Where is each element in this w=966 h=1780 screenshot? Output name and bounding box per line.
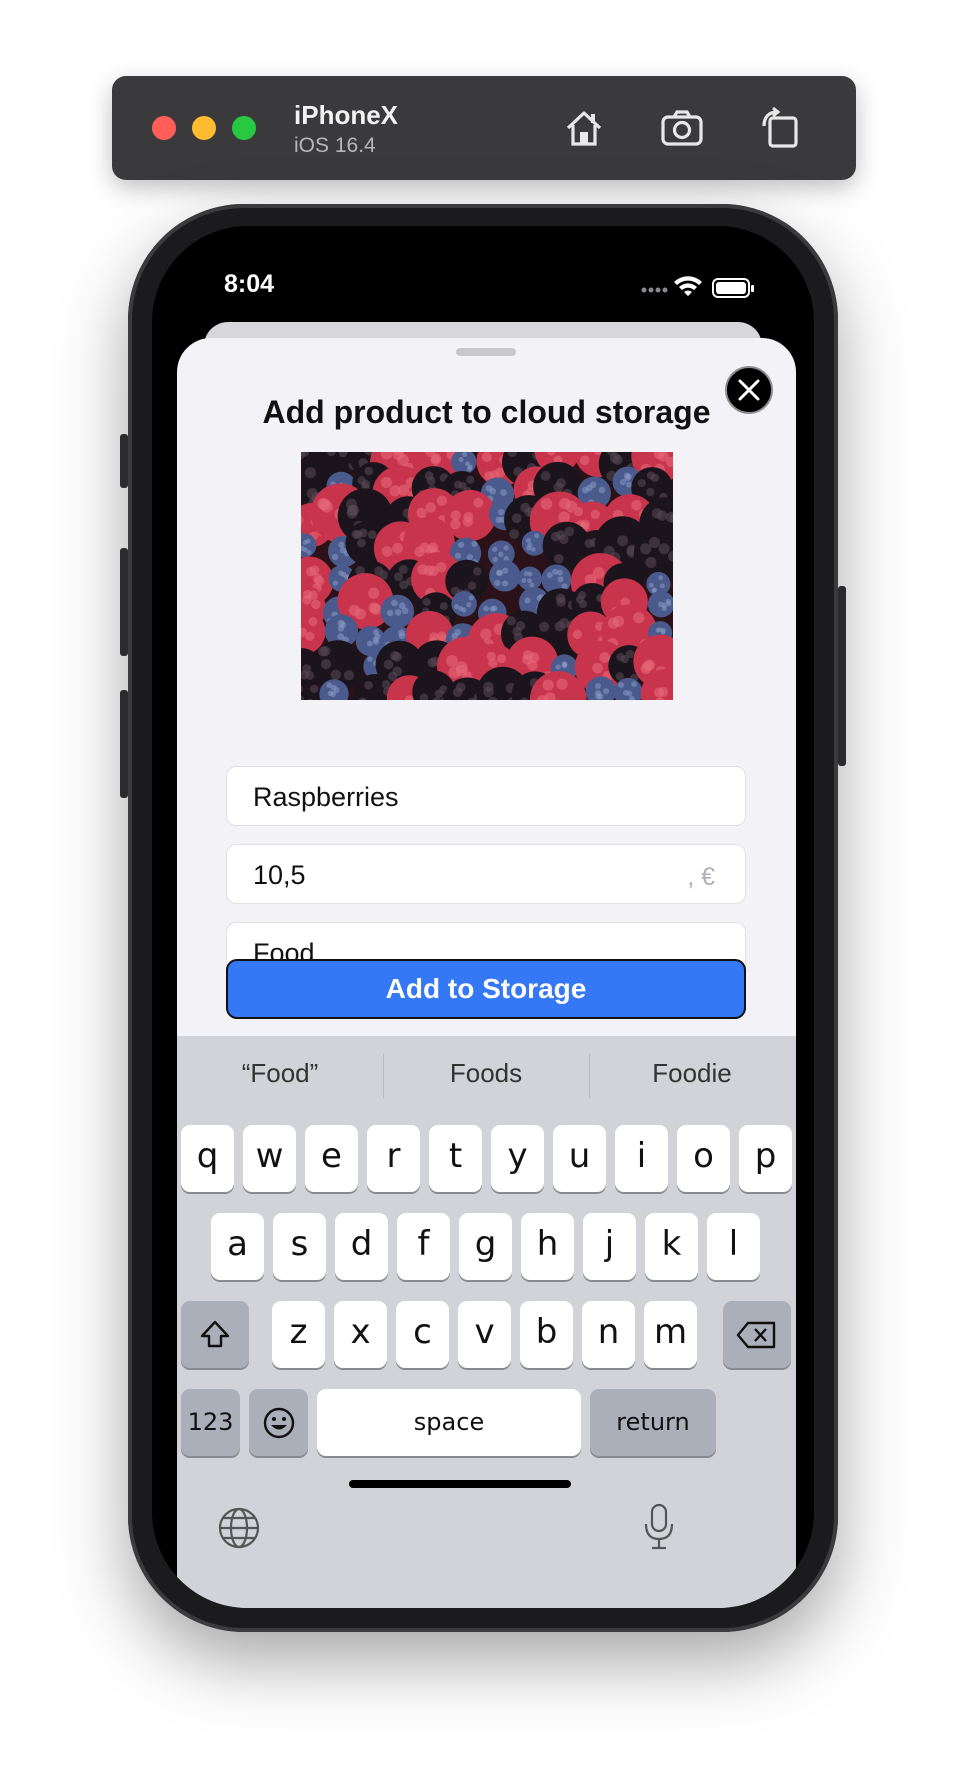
screenshot-icon[interactable] <box>658 104 706 152</box>
phone-screen: 8:04 Add product to cloud storage Raspbe… <box>152 226 814 1608</box>
backspace-icon <box>736 1321 776 1349</box>
rotate-icon[interactable] <box>756 104 804 152</box>
key-m[interactable]: m <box>644 1301 697 1368</box>
key-f[interactable]: f <box>397 1213 450 1280</box>
key-x[interactable]: x <box>334 1301 387 1368</box>
delete-key[interactable] <box>723 1301 791 1368</box>
key-v[interactable]: v <box>458 1301 511 1368</box>
key-o[interactable]: o <box>677 1125 730 1192</box>
key-z[interactable]: z <box>272 1301 325 1368</box>
suggestion-3[interactable]: Foodie <box>589 1058 795 1089</box>
home-icon[interactable] <box>560 104 608 152</box>
key-k[interactable]: k <box>645 1213 698 1280</box>
key-t[interactable]: t <box>429 1125 482 1192</box>
microphone-icon[interactable] <box>641 1502 677 1555</box>
os-version: iOS 16.4 <box>294 134 376 157</box>
wifi-icon <box>674 276 702 296</box>
side-button-mute <box>120 434 128 488</box>
product-image <box>301 452 673 700</box>
sheet-title: Add product to cloud storage <box>262 394 711 430</box>
device-name: iPhoneX <box>294 100 399 130</box>
key-d[interactable]: d <box>335 1213 388 1280</box>
product-name-value: Raspberries <box>253 782 399 812</box>
simulator-toolbar: iPhoneX iOS 16.4 <box>112 76 856 180</box>
signal-icon <box>641 287 668 293</box>
side-button-volume-down <box>120 690 128 798</box>
key-g[interactable]: g <box>459 1213 512 1280</box>
battery-icon <box>712 278 754 298</box>
close-window-button[interactable] <box>152 116 176 140</box>
globe-icon[interactable] <box>217 1506 261 1555</box>
key-b[interactable]: b <box>520 1301 573 1368</box>
emoji-key[interactable] <box>249 1389 308 1456</box>
key-l[interactable]: l <box>707 1213 760 1280</box>
price-value: 10,5 <box>253 860 306 890</box>
key-i[interactable]: i <box>615 1125 668 1192</box>
price-currency-suffix: , € <box>687 863 715 891</box>
shift-icon <box>200 1320 230 1348</box>
space-key[interactable]: space <box>317 1389 581 1456</box>
key-j[interactable]: j <box>583 1213 636 1280</box>
return-key[interactable]: return <box>590 1389 716 1456</box>
zoom-window-button[interactable] <box>232 116 256 140</box>
key-p[interactable]: p <box>739 1125 792 1192</box>
key-u[interactable]: u <box>553 1125 606 1192</box>
numbers-key[interactable]: 123 <box>181 1389 240 1456</box>
suggestion-1[interactable]: “Food” <box>177 1058 383 1089</box>
add-product-sheet: Add product to cloud storage Raspberries… <box>177 338 796 1608</box>
key-r[interactable]: r <box>367 1125 420 1192</box>
add-to-storage-button[interactable]: Add to Storage <box>226 959 746 1019</box>
key-a[interactable]: a <box>211 1213 264 1280</box>
key-w[interactable]: w <box>243 1125 296 1192</box>
suggestion-2[interactable]: Foods <box>383 1058 589 1089</box>
home-indicator[interactable] <box>349 1480 571 1488</box>
side-button-power <box>838 586 846 766</box>
key-e[interactable]: e <box>305 1125 358 1192</box>
price-field[interactable]: 10,5 , € <box>226 844 746 904</box>
key-c[interactable]: c <box>396 1301 449 1368</box>
key-y[interactable]: y <box>491 1125 544 1192</box>
status-icons <box>640 276 760 305</box>
key-n[interactable]: n <box>582 1301 635 1368</box>
sheet-grabber[interactable] <box>456 348 516 356</box>
key-q[interactable]: q <box>181 1125 234 1192</box>
minimize-window-button[interactable] <box>192 116 216 140</box>
shift-key[interactable] <box>181 1301 249 1368</box>
product-name-field[interactable]: Raspberries <box>226 766 746 826</box>
side-button-volume-up <box>120 548 128 656</box>
key-h[interactable]: h <box>521 1213 574 1280</box>
keyboard: “Food” Foods Foodie qwertyuiop asdfghjkl… <box>177 1036 796 1608</box>
status-time: 8:04 <box>224 270 275 298</box>
key-s[interactable]: s <box>273 1213 326 1280</box>
emoji-icon <box>263 1407 295 1439</box>
